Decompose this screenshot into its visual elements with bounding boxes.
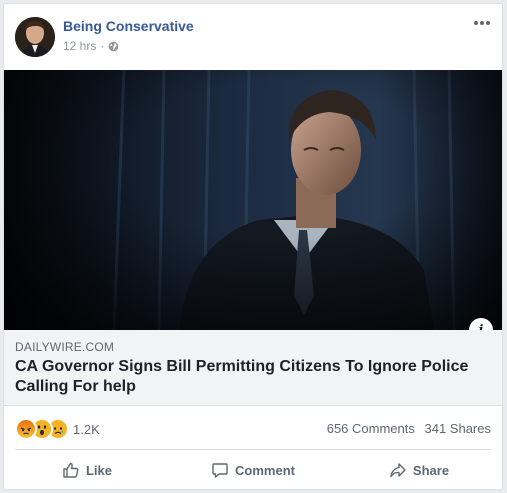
- globe-icon[interactable]: [108, 41, 119, 52]
- link-preview-image[interactable]: [4, 70, 502, 330]
- share-label: Share: [412, 462, 450, 478]
- page-name-link[interactable]: Being Conservative: [63, 18, 194, 34]
- link-preview[interactable]: DAILYWIRE.COM CA Governor Signs Bill Per…: [4, 330, 502, 406]
- more-options-icon[interactable]: [472, 16, 492, 30]
- comment-share-counts: 656 Comments 341 Shares: [327, 421, 491, 436]
- timestamp[interactable]: 12 hrs: [63, 39, 96, 53]
- reaction-count[interactable]: 1.2K: [73, 422, 100, 437]
- engagement-stats: 1.2K 656 Comments 341 Shares: [4, 405, 502, 447]
- post-actions: Like Comment Share: [4, 451, 502, 489]
- actions-divider: [15, 449, 491, 450]
- like-label: Like: [85, 462, 112, 478]
- shares-count-link[interactable]: 341 Shares: [425, 421, 492, 436]
- comment-label: Comment: [235, 462, 295, 478]
- post-card: Being Conservative 12 hrs · DAILYWIRE.CO…: [3, 3, 503, 490]
- comments-count-link[interactable]: 656 Comments: [327, 421, 415, 436]
- link-domain: DAILYWIRE.COM: [15, 340, 115, 354]
- like-button[interactable]: Like: [4, 451, 170, 489]
- meta-separator: ·: [100, 39, 105, 53]
- comment-button[interactable]: Comment: [170, 451, 336, 489]
- post-header: Being Conservative 12 hrs ·: [4, 4, 502, 70]
- post-meta: 12 hrs ·: [63, 39, 119, 53]
- link-headline[interactable]: CA Governor Signs Bill Permitting Citize…: [15, 357, 485, 397]
- thumbs-up-icon: [63, 462, 79, 478]
- comment-icon: [212, 463, 228, 478]
- angry-reaction-icon: [15, 418, 37, 440]
- share-arrow-icon: [390, 463, 406, 478]
- reactions-summary[interactable]: 1.2K: [15, 418, 100, 440]
- share-button[interactable]: Share: [336, 451, 502, 489]
- page-avatar[interactable]: [15, 17, 55, 57]
